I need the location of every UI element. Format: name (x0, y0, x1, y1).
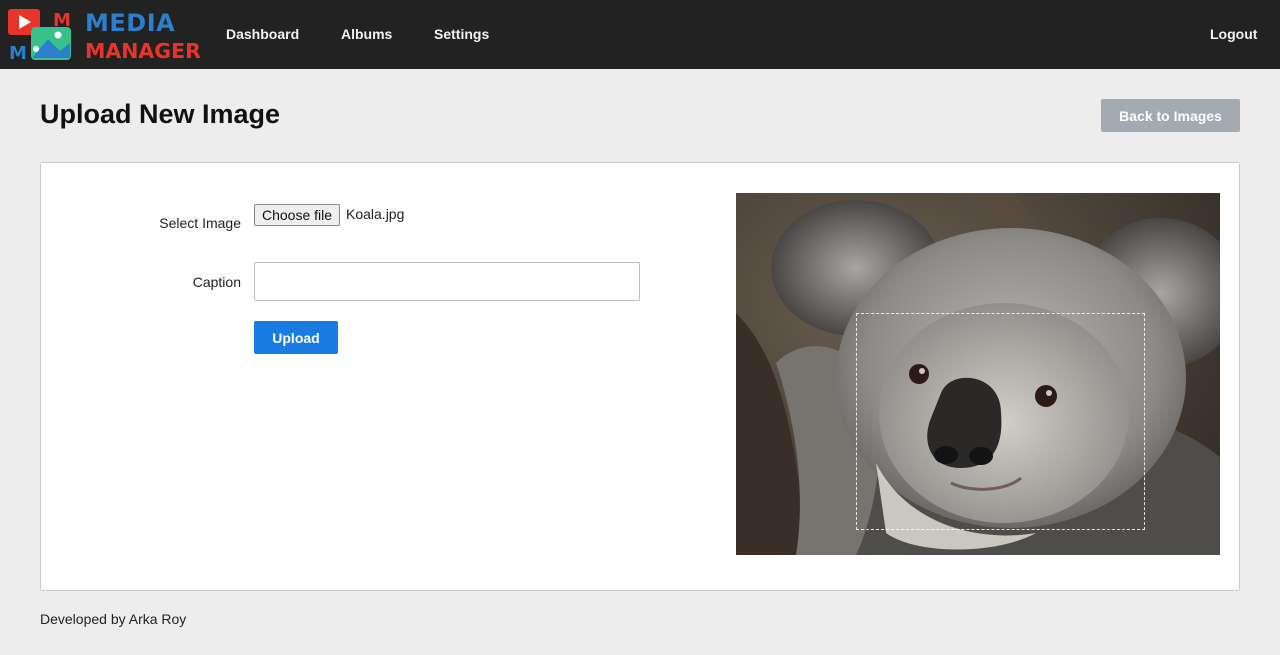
top-navbar: M M MEDIA MANAGER Dashboard Albums Setti… (0, 0, 1280, 69)
caption-label: Caption (192, 274, 241, 290)
svg-text:MEDIA: MEDIA (85, 9, 175, 37)
svg-text:M: M (9, 43, 27, 61)
select-image-label: Select Image (159, 215, 241, 231)
image-preview[interactable] (736, 193, 1220, 555)
caption-input[interactable] (254, 262, 640, 301)
svg-text:M: M (53, 10, 71, 31)
nav-dashboard[interactable]: Dashboard (226, 26, 299, 42)
page-title: Upload New Image (40, 99, 281, 129)
media-manager-logo[interactable]: M M MEDIA MANAGER (8, 7, 200, 61)
back-to-images-button[interactable]: Back to Images (1101, 99, 1240, 132)
footer-credit: Developed by Arka Roy (40, 611, 187, 627)
crop-selection-box[interactable] (856, 313, 1145, 530)
nav-settings[interactable]: Settings (434, 26, 489, 42)
svg-text:MANAGER: MANAGER (85, 39, 200, 61)
choose-file-button[interactable]: Choose file (254, 204, 341, 226)
selected-file-name: Koala.jpg (346, 206, 405, 222)
upload-button[interactable]: Upload (254, 321, 338, 354)
nav-albums[interactable]: Albums (341, 26, 392, 42)
upload-card: Select Image Choose file Koala.jpg Capti… (40, 162, 1240, 591)
nav-logout[interactable]: Logout (1210, 26, 1257, 42)
